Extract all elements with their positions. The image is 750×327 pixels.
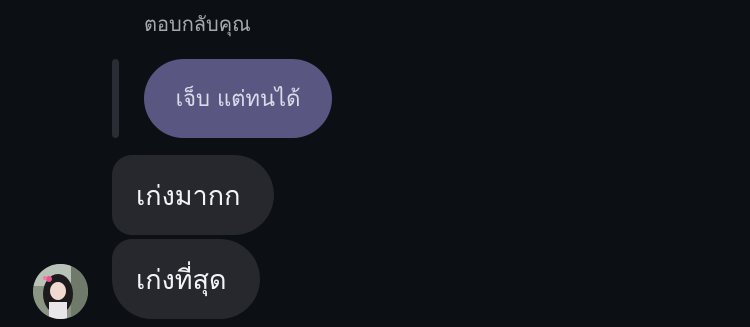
profile-photo-avatar[interactable] (33, 264, 88, 319)
message-text: เก่งที่สุด (136, 264, 227, 296)
message-bubble[interactable]: เก่งที่สุด (112, 239, 260, 319)
reply-quote-bar (112, 59, 119, 138)
chat-area: ตอบกลับคุณ เจ็บ แต่ทนได้ เก่งมากก เก่งที… (0, 0, 750, 327)
avatar-picture-icon (33, 264, 88, 319)
quoted-message-bubble[interactable]: เจ็บ แต่ทนได้ (144, 59, 332, 138)
quoted-message-text: เจ็บ แต่ทนได้ (175, 87, 301, 112)
reply-header-label: ตอบกลับคุณ (144, 12, 251, 36)
message-text: เก่งมากก (136, 180, 241, 212)
message-bubble[interactable]: เก่งมากก (112, 155, 274, 235)
